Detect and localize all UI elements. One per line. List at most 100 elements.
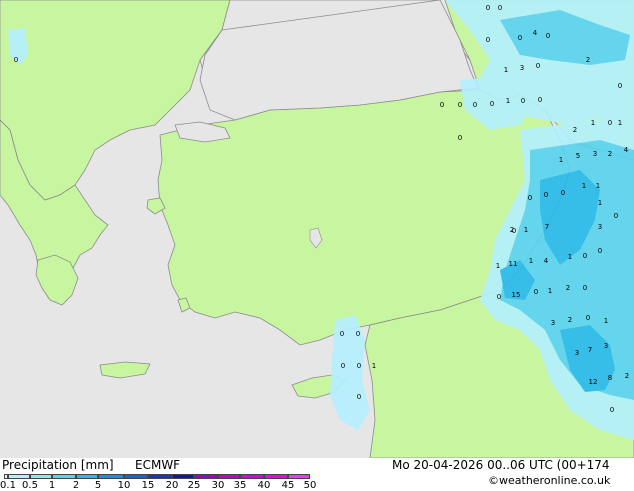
precip-amount-label: 2 [566, 284, 570, 292]
colorbar-label: 30 [211, 480, 225, 491]
precip-amount-label: 2 [510, 226, 514, 234]
precip-amount-label: 0 [357, 393, 361, 401]
precip-amount-label: 7 [545, 223, 549, 231]
precip-amount-label: 4 [544, 257, 549, 265]
precip-amount-label: 0 [561, 189, 565, 197]
precip-amount-label: 0 [341, 362, 345, 370]
precip-amount-label: 3 [598, 223, 602, 231]
precip-amount-label: 0 [473, 101, 477, 109]
precip-amount-label: 3 [593, 150, 597, 158]
precip-amount-label: 1 [372, 362, 376, 370]
precip-amount-label: 1 [604, 317, 608, 325]
footer-bar: Precipitation [mm] ECMWF Mo 20-04-2026 0… [0, 458, 634, 491]
precip-amount-label: 0 [486, 36, 490, 44]
precip-amount-label: 0 [544, 191, 548, 199]
precip-amount-label: 1 [504, 66, 508, 74]
precip-amount-label: 0 [528, 194, 532, 202]
colorbar-swatch [30, 474, 52, 479]
colorbar-label: 50 [303, 480, 317, 491]
colorbar-swatch [76, 474, 98, 479]
precip-amount-label: 0 [614, 212, 618, 220]
precip-amount-label: 0 [458, 101, 462, 109]
precip-amount-label: 0 [538, 96, 542, 104]
precip-amount-label: 0 [610, 406, 614, 414]
precip-amount-label: 4 [624, 146, 629, 154]
precip-amount-label: 0 [357, 362, 361, 370]
precip-amount-label: 0 [518, 34, 522, 42]
precip-amount-label: 0 [598, 247, 602, 255]
colorbar-label: 15 [141, 480, 155, 491]
colorbar-swatch [52, 474, 76, 479]
precip-amount-label: 1 [524, 226, 528, 234]
precip-amount-label: 1 [591, 119, 595, 127]
precip-amount-label: 0 [618, 82, 622, 90]
footer-model: ECMWF [135, 458, 181, 472]
precipitation-map: 0000400213000000100001121532411000107213… [0, 0, 634, 459]
colorbar-label: 1 [48, 480, 56, 491]
colorbar-swatch [148, 474, 172, 479]
precip-amount-label: 8 [608, 374, 612, 382]
precip-amount-label: 2 [586, 56, 590, 64]
precip-amount-label: 11 [509, 260, 518, 268]
precip-amount-label: 5 [576, 152, 580, 160]
precip-amount-label: 3 [520, 64, 524, 72]
colorbar-label: 2 [72, 480, 80, 491]
precip-amount-label: 0 [458, 134, 462, 142]
precip-amount-label: 0 [583, 252, 587, 260]
footer-credit[interactable]: ©weatheronline.co.uk [488, 474, 610, 487]
precip-amount-label: 0 [521, 97, 525, 105]
colorbar-swatch [240, 474, 264, 479]
colorbar-swatch [124, 474, 148, 479]
precip-amount-label: 0 [498, 4, 502, 12]
precip-amount-label: 3 [604, 342, 608, 350]
precip-amount-label: 0 [608, 119, 612, 127]
precip-amount-label: 12 [589, 378, 598, 386]
colorbar-swatch [218, 474, 240, 479]
precip-amount-label: 4 [533, 29, 538, 37]
colorbar-label: 5 [94, 480, 102, 491]
colorbar-swatch [8, 474, 30, 479]
precip-amount-label: 1 [496, 262, 500, 270]
precip-amount-label: 1 [568, 253, 572, 261]
precip-amount-label: 1 [548, 287, 552, 295]
colorbar-swatch [288, 474, 310, 479]
colorbar-label: 35 [233, 480, 247, 491]
precip-amount-label: 2 [625, 372, 629, 380]
colorbar-label: 0.1 [0, 480, 16, 491]
colorbar-label: 10 [117, 480, 131, 491]
precip-amount-label: 0 [340, 330, 344, 338]
precip-amount-label: 0 [534, 288, 538, 296]
precip-amount-label: 0 [583, 284, 587, 292]
colorbar-label: 40 [257, 480, 271, 491]
colorbar-swatch [194, 474, 218, 479]
footer-valid-time: Mo 20-04-2026 00..06 UTC (00+174 [392, 458, 610, 472]
precip-amount-label: 0 [486, 4, 490, 12]
precip-amount-label: 0 [497, 293, 501, 301]
colorbar-swatch [172, 474, 194, 479]
precip-amount-label: 2 [573, 126, 577, 134]
footer-title: Precipitation [mm] [2, 458, 114, 472]
precip-amount-label: 1 [596, 182, 600, 190]
precip-amount-label: 1 [618, 119, 622, 127]
colorbar-swatch [98, 474, 124, 479]
precip-amount-label: 1 [559, 156, 563, 164]
precip-amount-label: 0 [490, 100, 494, 108]
precip-amount-label: 0 [356, 330, 360, 338]
colorbar-label: 45 [281, 480, 295, 491]
precip-amount-label: 1 [506, 97, 510, 105]
colorbar-label: 0.5 [22, 480, 38, 491]
colorbar-label: 20 [165, 480, 179, 491]
precip-amount-label: 0 [14, 56, 18, 64]
precip-amount-label: 0 [536, 62, 540, 70]
colorbar-swatch [264, 474, 288, 479]
precip-amount-label: 7 [588, 346, 592, 354]
precip-amount-label: 0 [546, 32, 550, 40]
precip-amount-label: 3 [551, 319, 555, 327]
precip-amount-label: 3 [575, 349, 579, 357]
precip-amount-label: 1 [598, 199, 602, 207]
colorbar-label: 25 [187, 480, 201, 491]
precip-amount-label: 0 [586, 314, 590, 322]
precip-amount-label: 2 [568, 316, 572, 324]
precip-amount-label: 0 [440, 101, 444, 109]
precip-amount-label: 1 [529, 257, 533, 265]
